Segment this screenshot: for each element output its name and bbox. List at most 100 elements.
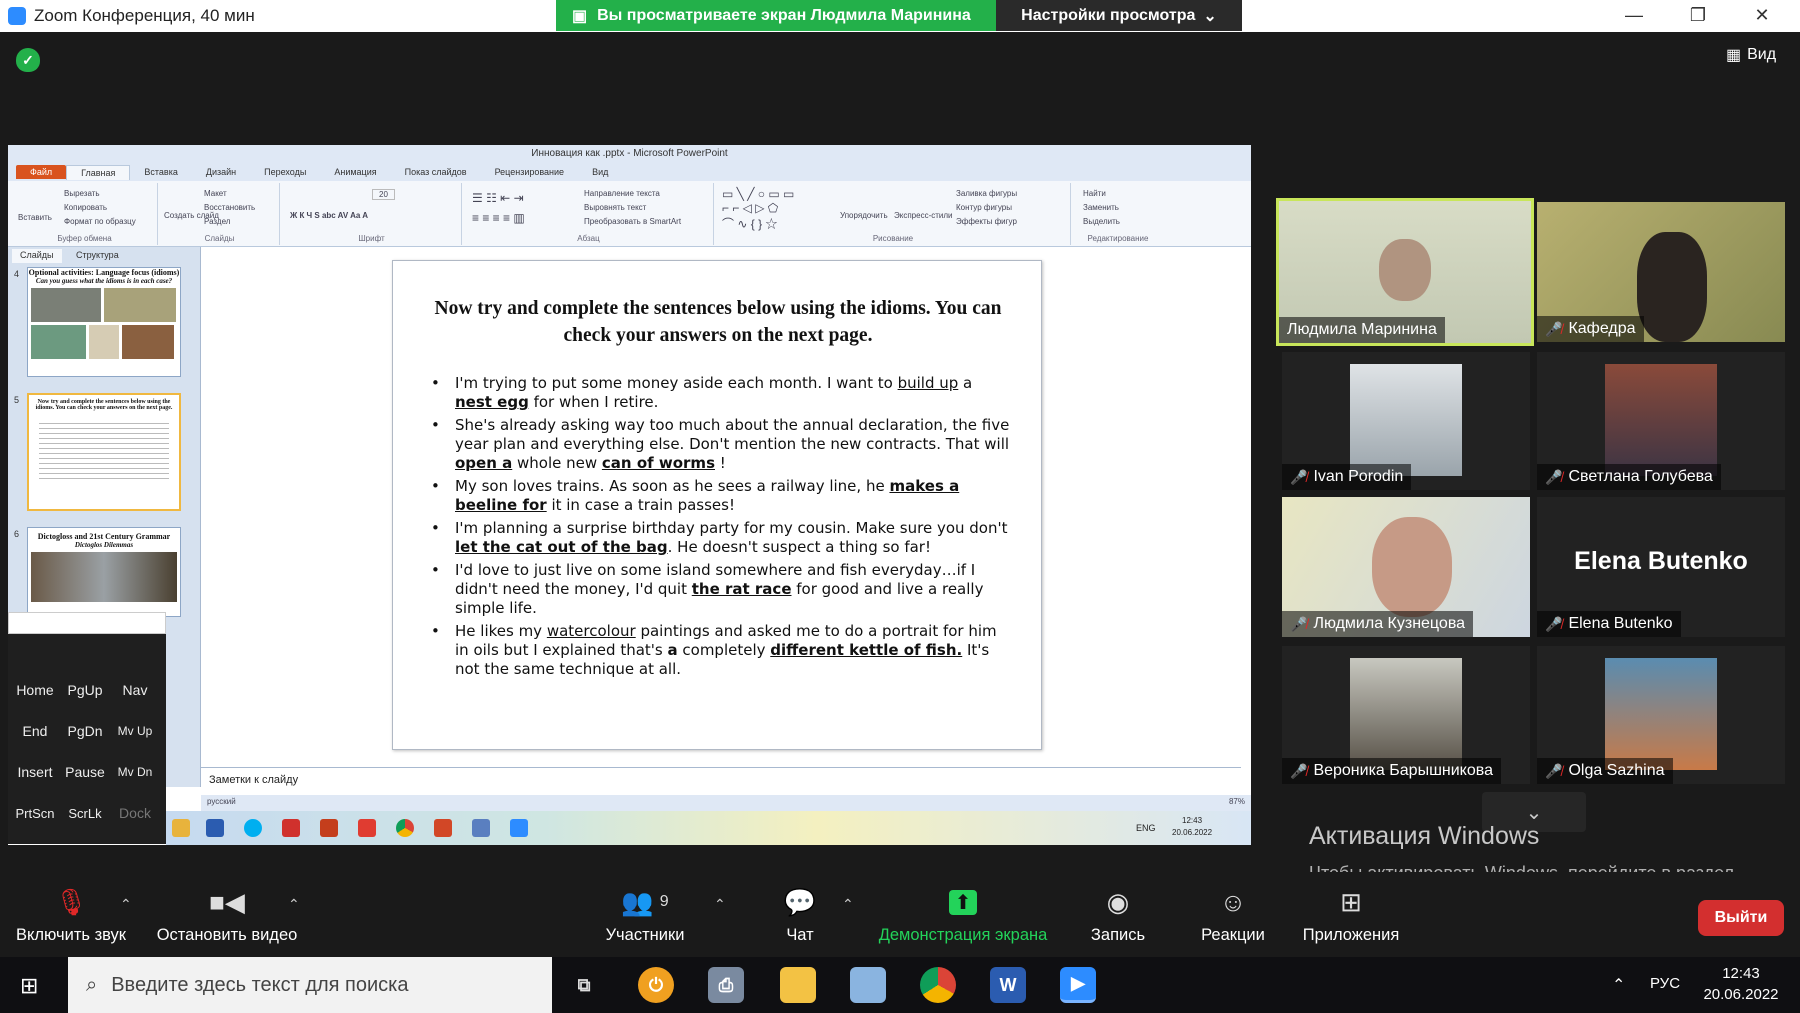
participant-tile[interactable]: 🎤̸ Людмила Кузнецова bbox=[1282, 497, 1530, 637]
participant-tile[interactable]: 🎤̸ Вероника Барышникова bbox=[1282, 646, 1530, 784]
chat-options-caret[interactable]: ⌃ bbox=[842, 896, 854, 913]
printer-icon[interactable]: ⎙ bbox=[708, 967, 744, 1003]
bold-button[interactable]: Ж К Ч S abc AV Aa A bbox=[290, 211, 368, 220]
record-button[interactable]: ◉ Запись bbox=[1076, 886, 1160, 945]
pdf-icon[interactable] bbox=[358, 819, 376, 837]
view-layout-button[interactable]: ▦ Вид bbox=[1726, 45, 1776, 65]
word-icon[interactable] bbox=[206, 819, 224, 837]
font-size-select[interactable]: 20 bbox=[372, 189, 395, 200]
view-settings-button[interactable]: Настройки просмотра ⌄ bbox=[996, 0, 1242, 31]
participant-tile[interactable]: Elena Butenko 🎤̸ Elena Butenko bbox=[1537, 497, 1785, 637]
tab-file[interactable]: Файл bbox=[16, 165, 67, 179]
explorer-icon[interactable] bbox=[172, 819, 190, 837]
cut-button[interactable]: Вырезать bbox=[64, 189, 100, 198]
tab-home[interactable]: Главная bbox=[66, 164, 131, 180]
key-insert[interactable]: Insert bbox=[12, 754, 58, 790]
stop-video-button[interactable]: ■◀ Остановить видео bbox=[150, 886, 304, 945]
arrange-button[interactable]: Упорядочить bbox=[840, 211, 888, 220]
shape-fill-button[interactable]: Заливка фигуры bbox=[956, 189, 1017, 198]
shape-effects-button[interactable]: Эффекты фигур bbox=[956, 217, 1017, 226]
key-pause[interactable]: Pause bbox=[62, 754, 108, 790]
participants-options-caret[interactable]: ⌃ bbox=[714, 896, 726, 913]
chrome-icon[interactable] bbox=[920, 967, 956, 1003]
key-end[interactable]: End bbox=[12, 713, 58, 749]
slide-thumbnail-5-selected[interactable]: Now try and complete the sentences below… bbox=[27, 393, 181, 511]
smartart-button[interactable]: Преобразовать в SmartArt bbox=[584, 217, 681, 226]
copy-button[interactable]: Копировать bbox=[64, 203, 107, 212]
chrome-icon[interactable] bbox=[396, 819, 414, 837]
key-mvup[interactable]: Mv Up bbox=[112, 713, 158, 749]
tab-slides[interactable]: Слайды bbox=[12, 249, 62, 263]
share-screen-button[interactable]: ⬆ Демонстрация экрана bbox=[868, 886, 1058, 945]
shapes-gallery-icon[interactable]: ▭ ╲ ╱ ○ ▭ ▭ ⌐ ⌐ ◁ ▷ ⬠ ⌒ ∿ { } ☆ bbox=[722, 187, 794, 232]
shape-outline-button[interactable]: Контур фигуры bbox=[956, 203, 1012, 212]
tab-outline[interactable]: Структура bbox=[68, 249, 127, 263]
participant-tile[interactable]: Людмила Маринина bbox=[1276, 198, 1534, 346]
paste-button[interactable]: Вставить bbox=[18, 213, 52, 222]
zoom-level[interactable]: 87% bbox=[1229, 797, 1245, 809]
app-icon[interactable] bbox=[320, 819, 338, 837]
tab-view[interactable]: Вид bbox=[578, 165, 622, 179]
list-icon[interactable]: ☰ ☷ ⇤ ⇥ bbox=[472, 191, 524, 205]
close-button[interactable]: ✕ bbox=[1730, 0, 1794, 31]
tab-animation[interactable]: Анимация bbox=[320, 165, 390, 179]
key-home[interactable]: Home bbox=[12, 672, 58, 708]
windows-start-icon[interactable]: ⊞ bbox=[20, 973, 38, 999]
current-slide[interactable]: Now try and complete the sentences below… bbox=[392, 260, 1042, 750]
slide-thumbnail-6[interactable]: Dictogloss and 21st Century Grammar Dict… bbox=[27, 527, 181, 617]
tab-design[interactable]: Дизайн bbox=[192, 165, 250, 179]
tray-language[interactable]: РУС bbox=[1650, 975, 1680, 992]
video-options-caret[interactable]: ⌃ bbox=[288, 896, 300, 913]
participant-tile[interactable]: 🎤̸ Светлана Голубева bbox=[1537, 352, 1785, 490]
participants-button[interactable]: 👥 9 Участники bbox=[600, 886, 690, 945]
select-button[interactable]: Выделить bbox=[1083, 217, 1120, 226]
key-prtscn[interactable]: PrtScn bbox=[12, 795, 58, 831]
taskbar-search-box[interactable]: ⌕ Введите здесь текст для поиска bbox=[68, 957, 552, 1013]
quick-styles-button[interactable]: Экспресс-стили bbox=[894, 211, 953, 220]
tab-slideshow[interactable]: Показ слайдов bbox=[391, 165, 481, 179]
find-button[interactable]: Найти bbox=[1083, 189, 1106, 198]
section-button[interactable]: Раздел bbox=[204, 217, 230, 226]
minimize-button[interactable]: — bbox=[1602, 0, 1666, 31]
key-nav[interactable]: Nav bbox=[112, 672, 158, 708]
paint-icon[interactable] bbox=[850, 967, 886, 1003]
replace-button[interactable]: Заменить bbox=[1083, 203, 1119, 212]
word-icon[interactable]: W bbox=[990, 967, 1026, 1003]
chat-button[interactable]: 💬 Чат bbox=[770, 886, 830, 945]
format-painter-button[interactable]: Формат по образцу bbox=[64, 217, 136, 226]
restore-button[interactable]: ❐ bbox=[1666, 0, 1730, 31]
zoom-taskbar-icon[interactable] bbox=[510, 819, 528, 837]
security-shield-icon[interactable]: ✓ bbox=[16, 48, 40, 72]
skype-icon[interactable] bbox=[244, 819, 262, 837]
participant-tile[interactable]: 🎤̸ Кафедра bbox=[1537, 202, 1785, 342]
tab-review[interactable]: Рецензирование bbox=[481, 165, 579, 179]
align-text-button[interactable]: Выровнять текст bbox=[584, 203, 646, 212]
key-pgdn[interactable]: PgDn bbox=[62, 713, 108, 749]
layout-button[interactable]: Макет bbox=[204, 189, 227, 198]
participant-tile[interactable]: 🎤̸ Olga Sazhina bbox=[1537, 646, 1785, 784]
powerpoint-icon[interactable] bbox=[434, 819, 452, 837]
align-icon[interactable]: ≡ ≡ ≡ ≡ ▥ bbox=[472, 211, 525, 225]
text-direction-button[interactable]: Направление текста bbox=[584, 189, 660, 198]
slide-thumbnail-4[interactable]: Optional activities: Language focus (idi… bbox=[27, 267, 181, 377]
leave-meeting-button[interactable]: Выйти bbox=[1698, 900, 1784, 936]
reactions-button[interactable]: ☺ Реакции bbox=[1188, 886, 1278, 945]
participant-tile[interactable]: 🎤̸ Ivan Porodin bbox=[1282, 352, 1530, 490]
key-dock[interactable]: Dock bbox=[112, 795, 158, 831]
unmute-button[interactable]: 🎙 Включить звук bbox=[10, 886, 132, 945]
tray-chevron-up-icon[interactable]: ⌃ bbox=[1612, 975, 1625, 995]
tab-transitions[interactable]: Переходы bbox=[250, 165, 320, 179]
key-pgup[interactable]: PgUp bbox=[62, 672, 108, 708]
key-mvdn[interactable]: Mv Dn bbox=[112, 754, 158, 790]
audio-options-caret[interactable]: ⌃ bbox=[120, 896, 132, 913]
network-icon[interactable] bbox=[472, 819, 490, 837]
zoom-taskbar-icon[interactable]: ▶ bbox=[1060, 967, 1096, 1003]
taskbar-clock[interactable]: 12:43 20.06.2022 bbox=[1686, 963, 1796, 1005]
reset-button[interactable]: Восстановить bbox=[204, 203, 255, 212]
mail-icon[interactable] bbox=[282, 819, 300, 837]
tray-lang[interactable]: ENG bbox=[1136, 823, 1156, 833]
tab-insert[interactable]: Вставка bbox=[130, 165, 191, 179]
slide-notes[interactable]: Заметки к слайду bbox=[201, 767, 1241, 795]
file-explorer-icon[interactable] bbox=[780, 967, 816, 1003]
key-scrlk[interactable]: ScrLk bbox=[62, 795, 108, 831]
